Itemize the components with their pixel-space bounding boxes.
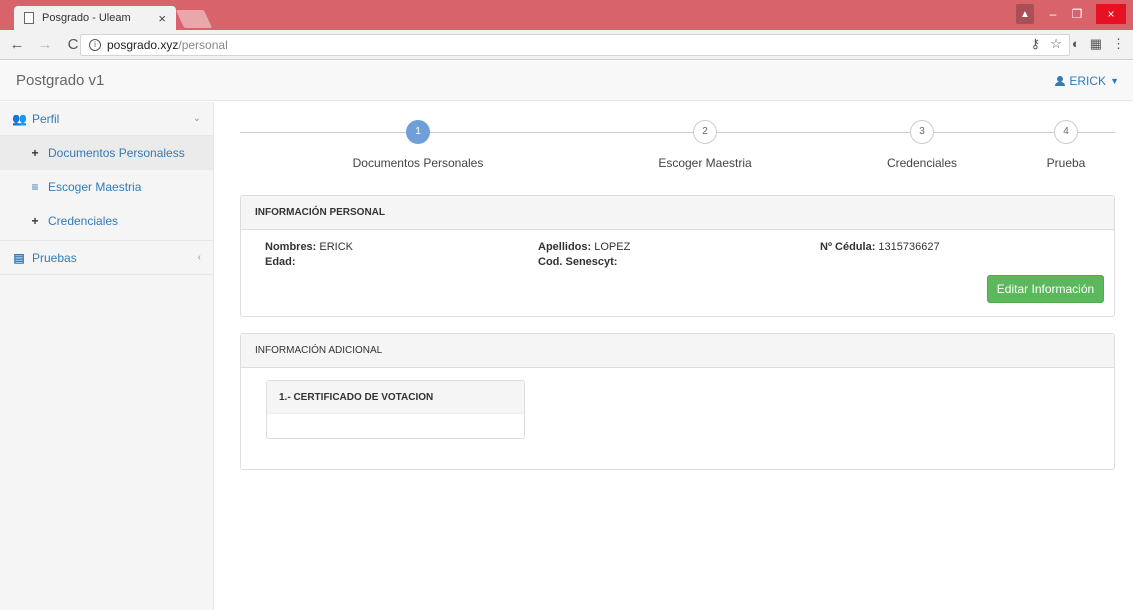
sidebar: 👥 Perfil ⌄ + Documentos Personaless ≡ Es… xyxy=(0,102,214,610)
extension2-icon[interactable]: ▦ xyxy=(1090,36,1102,52)
page-icon xyxy=(24,12,34,24)
step-number: 3 xyxy=(910,120,934,144)
caret-down-icon: ▼ xyxy=(1110,76,1119,86)
nombres-label: Nombres: xyxy=(265,241,317,253)
additional-info-panel: INFORMACIÓN ADICIONAL 1.- CERTIFICADO DE… xyxy=(240,333,1115,470)
forward-icon[interactable]: → xyxy=(34,36,56,53)
step-label: Documentos Personales xyxy=(352,156,484,170)
chevron-down-icon: ⌄ xyxy=(192,113,201,124)
wizard-steps: 1 Documentos Personales 2 Escoger Maestr… xyxy=(240,120,1115,180)
senescyt-field: Cod. Senescyt: xyxy=(538,256,617,268)
plus-icon: + xyxy=(31,214,39,228)
document-card[interactable]: 1.- CERTIFICADO DE VOTACION xyxy=(266,380,525,439)
step-number: 4 xyxy=(1054,120,1078,144)
info-icon[interactable]: i xyxy=(89,39,101,51)
apellidos-label: Apellidos: xyxy=(538,241,592,253)
key-icon[interactable]: ⚷ xyxy=(1031,36,1041,52)
close-tab-icon[interactable]: × xyxy=(158,11,166,26)
extension-icon[interactable]: ◐ xyxy=(1072,36,1080,52)
film-icon: ▤ xyxy=(13,250,25,265)
url-path: /personal xyxy=(178,38,228,52)
document-title: 1.- CERTIFICADO DE VOTACION xyxy=(267,381,524,414)
step-2[interactable]: 2 Escoger Maestria xyxy=(645,120,765,170)
app-brand[interactable]: Postgrado v1 xyxy=(16,72,104,89)
step-4[interactable]: 4 Prueba xyxy=(1036,120,1096,170)
app-navbar: Postgrado v1 ERICK ▼ xyxy=(0,61,1133,101)
address-actions: ⚷ ☆ ◐ ▦ ⋮ xyxy=(1031,36,1125,52)
users-icon: 👥 xyxy=(12,111,27,126)
sidebar-item-label: Pruebas xyxy=(32,250,77,265)
apellidos-field: Apellidos: LOPEZ xyxy=(538,241,630,253)
cedula-label: Nº Cédula: xyxy=(820,241,876,253)
user-menu[interactable]: ERICK ▼ xyxy=(1055,74,1119,88)
step-label: Prueba xyxy=(1046,156,1086,170)
panel-heading: INFORMACIÓN ADICIONAL xyxy=(241,334,1114,368)
sidebar-item-label: Credenciales xyxy=(48,214,119,228)
step-label: Credenciales xyxy=(886,156,958,170)
sidebar-item-maestria[interactable]: ≡ Escoger Maestria xyxy=(0,170,213,204)
sidebar-item-credenciales[interactable]: + Credenciales xyxy=(0,204,213,238)
sidebar-item-perfil[interactable]: 👥 Perfil ⌄ xyxy=(0,102,213,136)
sidebar-item-label: Perfil xyxy=(32,111,60,126)
browser-titlebar: Posgrado - Uleam × ▲ – ❐ × xyxy=(0,0,1133,30)
back-icon[interactable]: ← xyxy=(6,36,28,53)
sidebar-item-documentos[interactable]: + Documentos Personaless xyxy=(0,136,213,170)
list-icon: ≡ xyxy=(31,180,39,194)
step-number: 1 xyxy=(406,120,430,144)
sidebar-item-pruebas[interactable]: ▤ Pruebas ‹ xyxy=(0,241,213,275)
sidebar-item-label: Documentos Personaless xyxy=(48,146,185,160)
apellidos-value: LOPEZ xyxy=(594,241,631,253)
cedula-field: Nº Cédula: 1315736627 xyxy=(820,241,940,253)
profile-icon[interactable]: ▲ xyxy=(1016,4,1034,24)
perfil-submenu: + Documentos Personaless ≡ Escoger Maest… xyxy=(0,136,213,241)
menu-icon[interactable]: ⋮ xyxy=(1112,36,1125,52)
step-3[interactable]: 3 Credenciales xyxy=(862,120,982,170)
star-icon[interactable]: ☆ xyxy=(1050,36,1062,52)
tab-title: Posgrado - Uleam xyxy=(42,12,131,24)
chevron-left-icon: ‹ xyxy=(197,252,201,263)
edad-label: Edad: xyxy=(265,256,296,268)
url-input[interactable]: i posgrado.xyz /personal xyxy=(80,34,1070,56)
personal-info-panel: INFORMACIÓN PERSONAL Nombres: ERICK Edad… xyxy=(240,195,1115,317)
minimize-icon[interactable]: – xyxy=(1044,4,1062,24)
step-1[interactable]: 1 Documentos Personales xyxy=(348,120,488,170)
maximize-icon[interactable]: ❐ xyxy=(1068,4,1086,24)
sidebar-item-label: Escoger Maestria xyxy=(48,180,142,194)
plus-icon: + xyxy=(31,146,39,160)
user-icon xyxy=(1055,76,1066,86)
new-tab-button[interactable] xyxy=(175,10,213,28)
edad-field: Edad: xyxy=(265,256,296,268)
address-bar: ← → C i posgrado.xyz /personal ⚷ ☆ ◐ ▦ ⋮ xyxy=(0,30,1133,60)
step-label: Escoger Maestria xyxy=(658,156,752,170)
panel-heading: INFORMACIÓN PERSONAL xyxy=(241,196,1114,230)
close-window-icon[interactable]: × xyxy=(1096,4,1126,24)
url-host: posgrado.xyz xyxy=(107,38,179,52)
nombres-value: ERICK xyxy=(319,241,354,253)
edit-info-button[interactable]: Editar Información xyxy=(987,275,1104,303)
nombres-field: Nombres: ERICK xyxy=(265,241,353,253)
step-number: 2 xyxy=(693,120,717,144)
browser-tab[interactable]: Posgrado - Uleam × xyxy=(14,6,176,30)
senescyt-label: Cod. Senescyt: xyxy=(538,256,618,268)
user-name: ERICK xyxy=(1069,74,1107,88)
cedula-value: 1315736627 xyxy=(878,241,940,253)
